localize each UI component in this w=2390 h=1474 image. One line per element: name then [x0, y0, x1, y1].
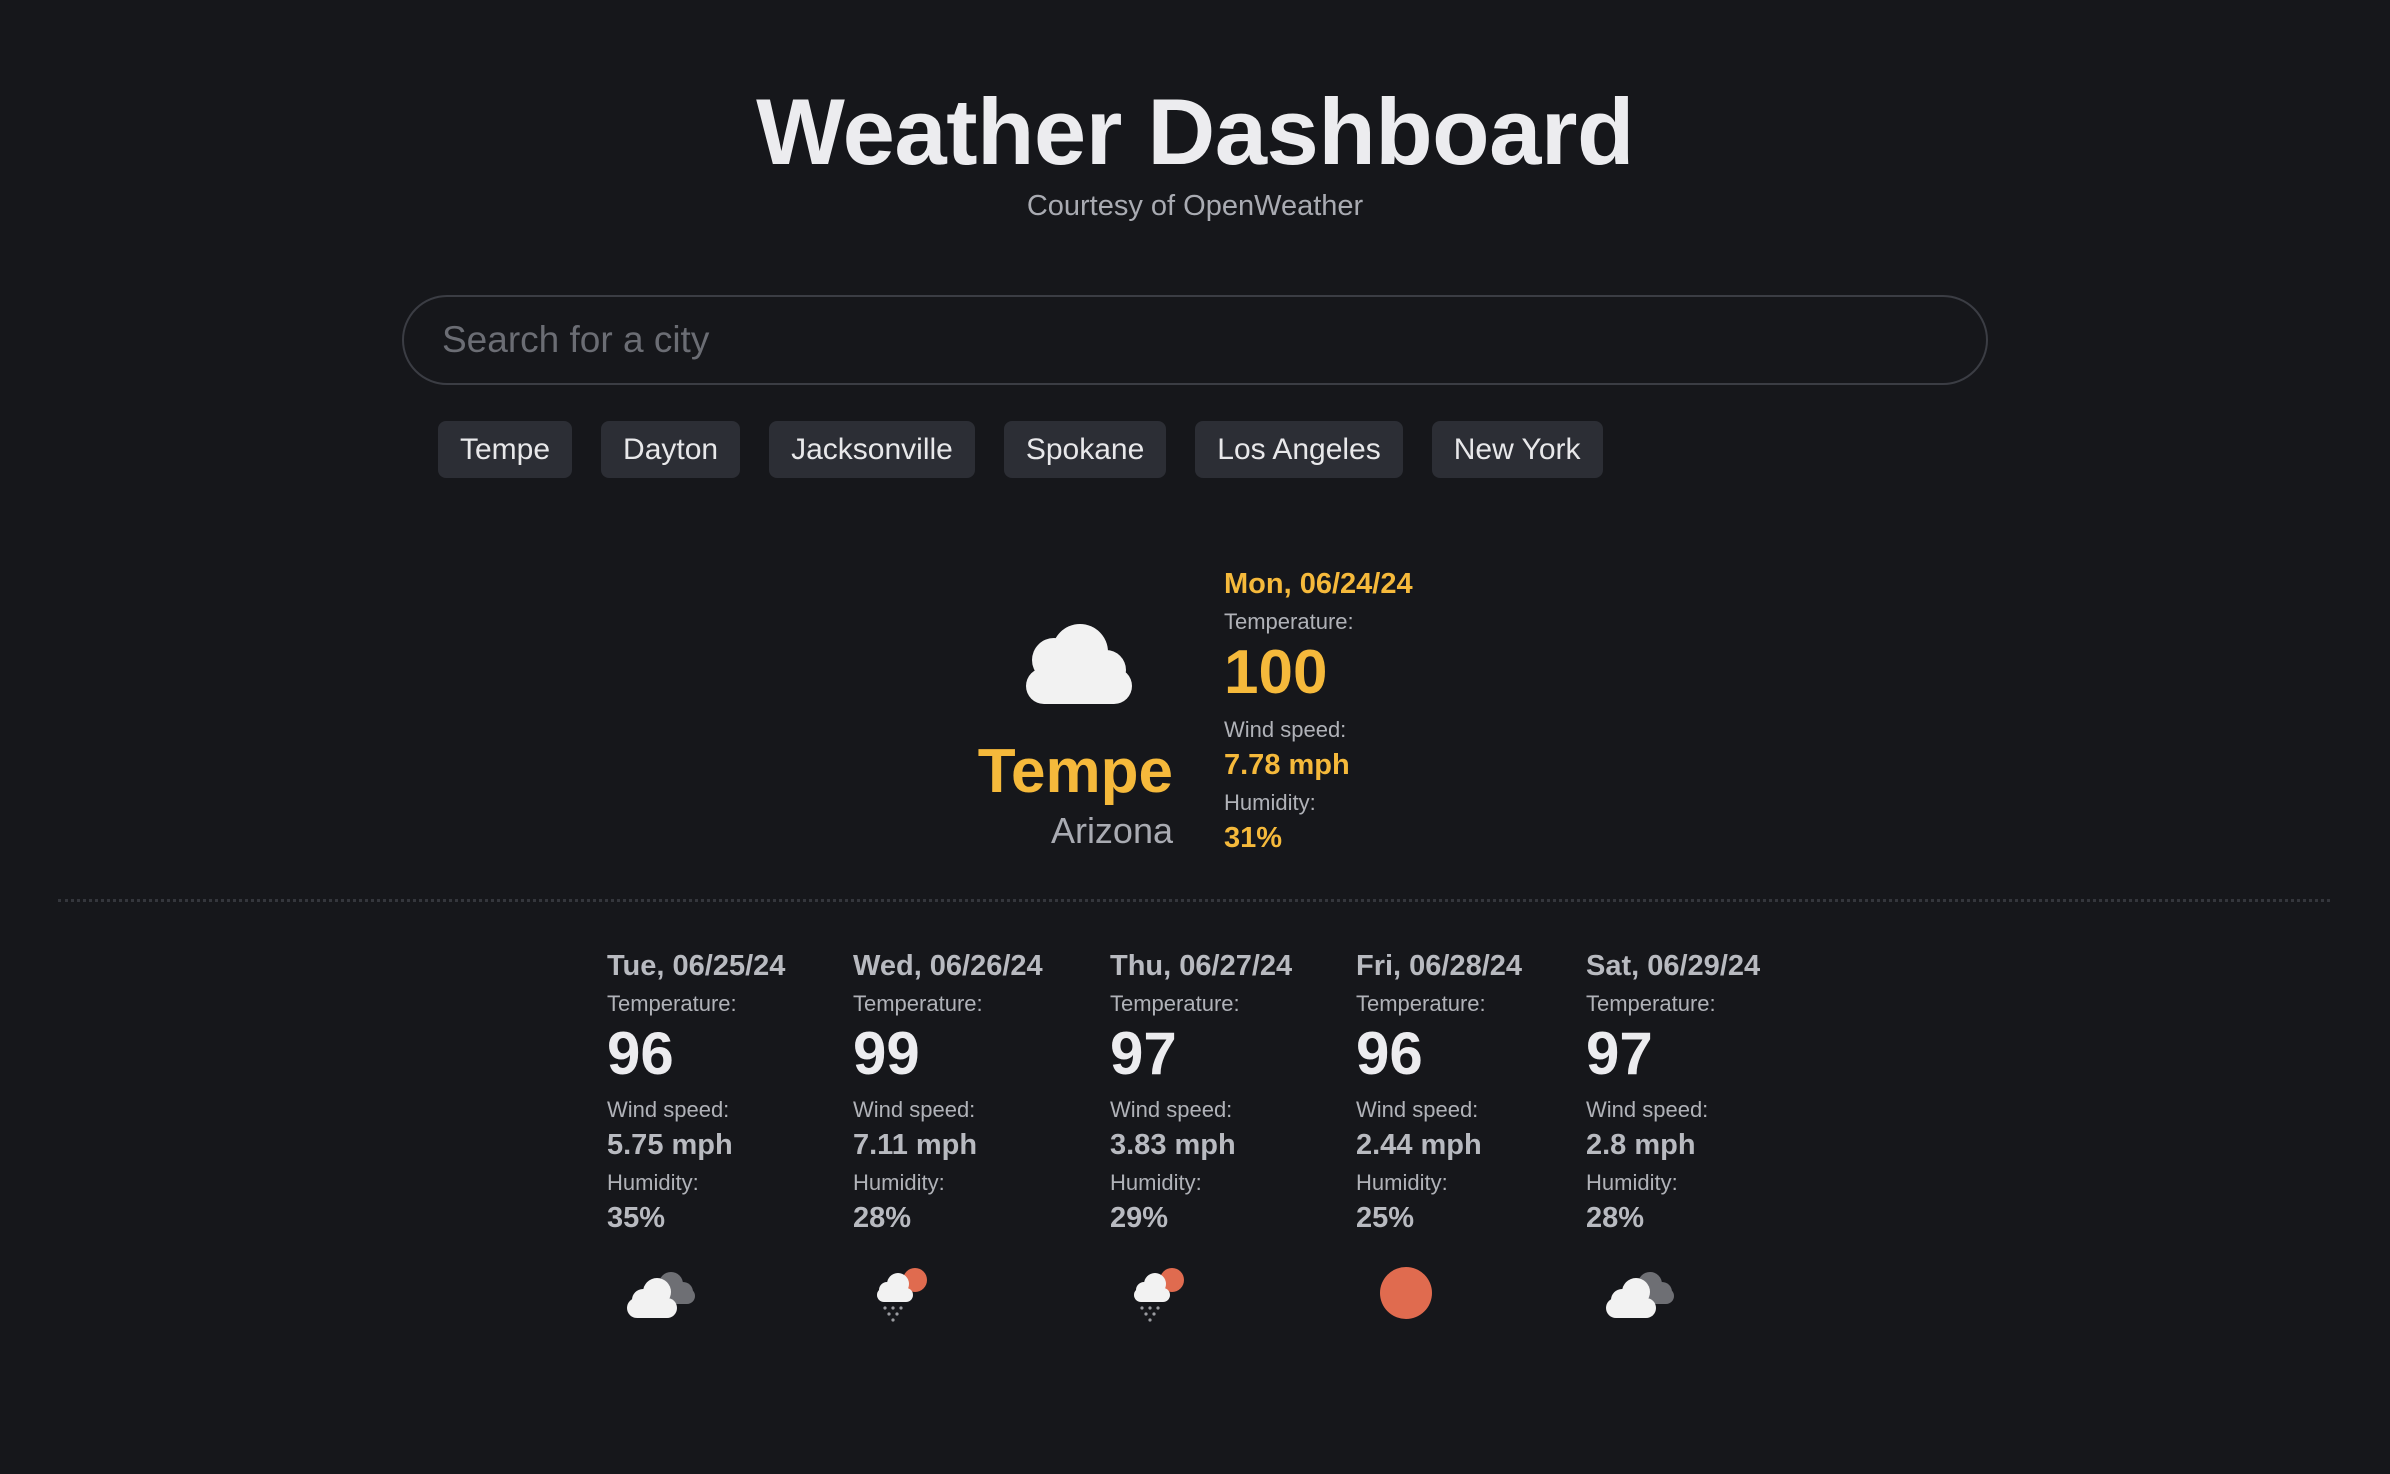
forecast-humidity: 29% — [1110, 1202, 1169, 1234]
current-wind: 7.78 mph — [1224, 749, 1350, 781]
forecast-day: Wed, 06/26/24 Temperature: 99 Wind speed… — [853, 950, 1043, 1322]
temperature-label: Temperature: — [1110, 991, 1240, 1016]
humidity-label: Humidity: — [1586, 1170, 1678, 1195]
forecast-wind: 5.75 mph — [607, 1129, 733, 1161]
cloud-icon — [1026, 624, 1132, 704]
humidity-label: Humidity: — [853, 1170, 945, 1195]
forecast-day: Fri, 06/28/24 Temperature: 96 Wind speed… — [1356, 950, 1523, 1319]
search-input[interactable] — [402, 295, 1988, 385]
humidity-label: Humidity: — [607, 1170, 699, 1195]
forecast-temperature: 96 — [607, 1020, 674, 1087]
city-chip-jacksonville[interactable]: Jacksonville — [769, 421, 975, 478]
rain-sun-icon — [1134, 1268, 1184, 1322]
forecast-day: Tue, 06/25/24 Temperature: 96 Wind speed… — [607, 950, 786, 1318]
city-chip-los-angeles[interactable]: Los Angeles — [1195, 421, 1403, 478]
city-chip-new-york[interactable]: New York — [1431, 421, 1603, 478]
humidity-label: Humidity: — [1110, 1170, 1202, 1195]
current-temperature: 100 — [1224, 638, 1328, 707]
humidity-label: Humidity: — [1224, 790, 1316, 815]
forecast-humidity: 28% — [853, 1202, 912, 1234]
forecast-temperature: 97 — [1586, 1020, 1653, 1087]
current-date: Mon, 06/24/24 — [1224, 568, 1413, 600]
forecast-temperature: 96 — [1356, 1020, 1423, 1087]
forecast-wind: 2.44 mph — [1356, 1129, 1482, 1161]
forecast-temperature: 99 — [853, 1020, 920, 1087]
current-stats: Mon, 06/24/24 Temperature: 100 Wind spee… — [1224, 568, 1413, 855]
temperature-label: Temperature: — [853, 991, 983, 1016]
city-chip-tempe[interactable]: Tempe — [438, 421, 573, 478]
temperature-label: Temperature: — [1356, 991, 1486, 1016]
forecast-wind: 3.83 mph — [1110, 1129, 1236, 1161]
forecast-humidity: 35% — [607, 1202, 666, 1234]
page-title: Weather Dashboard — [756, 79, 1634, 184]
wind-label: Wind speed: — [1586, 1097, 1709, 1122]
wind-label: Wind speed: — [1356, 1097, 1479, 1122]
forecast-date: Thu, 06/27/24 — [1110, 950, 1293, 982]
city-chip-dayton[interactable]: Dayton — [601, 421, 741, 478]
city-chip-spokane[interactable]: Spokane — [1003, 421, 1167, 478]
forecast-wind: 2.8 mph — [1586, 1129, 1696, 1161]
forecast-date: Tue, 06/25/24 — [607, 950, 786, 982]
wind-label: Wind speed: — [853, 1097, 976, 1122]
current-humidity: 31% — [1224, 822, 1283, 854]
broken-clouds-icon — [1606, 1272, 1674, 1318]
forecast-date: Wed, 06/26/24 — [853, 950, 1043, 982]
temperature-label: Temperature: — [607, 991, 737, 1016]
forecast-humidity: 28% — [1586, 1202, 1645, 1234]
forecast-wind: 7.11 mph — [853, 1129, 978, 1161]
forecast-temperature: 97 — [1110, 1020, 1177, 1087]
temperature-label: Temperature: — [1224, 609, 1354, 634]
current-city: Tempe — [977, 737, 1173, 806]
current-region: Arizona — [1050, 810, 1173, 851]
wind-label: Wind speed: — [607, 1097, 730, 1122]
forecast-humidity: 25% — [1356, 1202, 1415, 1234]
quick-city-list: Tempe Dayton Jacksonville Spokane Los An… — [438, 421, 1603, 478]
sun-icon — [1380, 1267, 1432, 1319]
humidity-label: Humidity: — [1356, 1170, 1448, 1195]
wind-label: Wind speed: — [1110, 1097, 1233, 1122]
forecast-day: Sat, 06/29/24 Temperature: 97 Wind speed… — [1586, 950, 1761, 1318]
weather-dashboard: Weather Dashboard Courtesy of OpenWeathe… — [0, 0, 2390, 1474]
forecast-date: Sat, 06/29/24 — [1586, 950, 1761, 982]
divider — [58, 899, 2330, 902]
header: Weather Dashboard Courtesy of OpenWeathe… — [0, 78, 2390, 223]
broken-clouds-icon — [627, 1272, 695, 1318]
rain-sun-icon — [877, 1268, 927, 1322]
page-subtitle: Courtesy of OpenWeather — [1026, 190, 1364, 222]
forecast-day: Thu, 06/27/24 Temperature: 97 Wind speed… — [1110, 950, 1293, 1322]
temperature-label: Temperature: — [1586, 991, 1716, 1016]
wind-label: Wind speed: — [1224, 717, 1347, 742]
forecast-date: Fri, 06/28/24 — [1356, 950, 1523, 982]
